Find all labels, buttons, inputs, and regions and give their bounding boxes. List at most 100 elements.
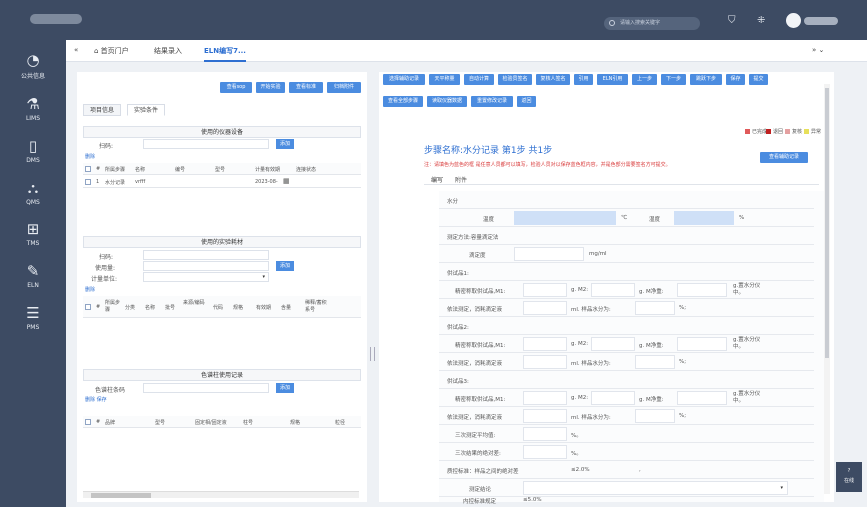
volume-input[interactable]: [523, 355, 567, 369]
view-aux-record-button[interactable]: 查看辅助记录: [760, 152, 808, 163]
tab-experiment-conditions[interactable]: 实验条件: [127, 104, 166, 116]
materials-unit-select[interactable]: ▾: [143, 272, 269, 282]
scrollbar-thumb[interactable]: [825, 88, 829, 358]
prev-step-button[interactable]: 上一步: [632, 74, 657, 85]
select-all-checkbox[interactable]: [85, 419, 91, 425]
moisture-input[interactable]: [635, 409, 675, 423]
equipment-delete-link[interactable]: 删除: [85, 153, 95, 160]
tab-attachment[interactable]: 附件: [455, 175, 467, 184]
volume-input[interactable]: [523, 409, 567, 423]
m2-input[interactable]: [591, 283, 635, 297]
back-button[interactable]: 返回: [517, 96, 536, 107]
deviation-input[interactable]: [523, 445, 567, 459]
average-input[interactable]: [523, 427, 567, 441]
column-action-links[interactable]: 删除 保存: [85, 396, 107, 403]
column-code-input[interactable]: [143, 383, 269, 393]
calendar-icon[interactable]: ▦: [283, 177, 290, 185]
right-panel: 选择辅助记录 天平称量 自动计算 检验员签名 复核人签名 引用 ELN引用 上一…: [379, 72, 834, 505]
select-aux-record-button[interactable]: 选择辅助记录: [383, 74, 425, 85]
equipment-scan-input[interactable]: [143, 139, 269, 149]
balance-weigh-button[interactable]: 天平称量: [429, 74, 460, 85]
search-input[interactable]: 请输入搜索关键字: [604, 17, 700, 30]
tab-home[interactable]: ⌂ 首页门户: [94, 46, 129, 56]
row-expire: 2023-08-: [255, 179, 278, 185]
humidity-input[interactable]: [674, 211, 734, 225]
reviewer-sign-button[interactable]: 复核人签名: [536, 74, 570, 85]
shirt-icon[interactable]: ⛉: [728, 15, 736, 26]
volume-label: 依法测定，消耗滴定液: [447, 361, 503, 367]
vertical-scrollbar[interactable]: [824, 84, 830, 494]
conclusion-select[interactable]: ▾: [523, 481, 788, 495]
jump-step-button[interactable]: 跳跃下步: [690, 74, 722, 85]
equipment-add-button[interactable]: 添加: [276, 139, 294, 149]
m1-input[interactable]: [523, 391, 567, 405]
fill-note: 注：请填色为蓝色的框 是任意人员都可以填写，检验人员对以保存蓝色框内容，并是色部…: [424, 162, 671, 168]
select-all-checkbox[interactable]: [85, 304, 91, 310]
horizontal-scrollbar[interactable]: [83, 491, 359, 498]
legend-label: 复核: [792, 129, 803, 135]
humidity-unit: %: [739, 215, 745, 221]
materials-delete-link[interactable]: 删除: [85, 286, 95, 293]
mnet-input[interactable]: [677, 283, 727, 297]
tab-eln-current[interactable]: ELN编写7...: [204, 46, 246, 62]
auto-calc-button[interactable]: 自动计算: [464, 74, 494, 85]
avatar[interactable]: [786, 13, 801, 28]
m2-input[interactable]: [591, 337, 635, 351]
titer-input[interactable]: [514, 247, 584, 261]
moisture-input[interactable]: [635, 355, 675, 369]
archive-attachment-button[interactable]: 归档附件: [327, 82, 361, 93]
cite-button[interactable]: 引用: [574, 74, 593, 85]
legend-returned: 退回: [766, 128, 783, 135]
start-experiment-button[interactable]: 开始实验: [256, 82, 285, 93]
row-checkbox[interactable]: [85, 179, 91, 185]
reset-changes-button[interactable]: 重置修改记录: [471, 96, 513, 107]
next-step-button[interactable]: 下一步: [661, 74, 686, 85]
mnet-input[interactable]: [677, 337, 727, 351]
tab-project-info[interactable]: 项目信息: [83, 104, 122, 116]
scrollbar-thumb[interactable]: [91, 493, 151, 498]
sidebar-item-pms[interactable]: ☰ PMS: [0, 305, 66, 331]
materials-add-button[interactable]: 添加: [276, 261, 294, 271]
mnet-input[interactable]: [677, 391, 727, 405]
temp-unit: ℃: [621, 215, 628, 221]
save-button[interactable]: 保存: [726, 74, 745, 85]
table-row[interactable]: 1 水分记录 vrfff 2023-08- ▦: [83, 176, 361, 188]
grid-icon[interactable]: ⁜: [757, 15, 765, 26]
sidebar-item-dms[interactable]: ▯ DMS: [0, 138, 66, 164]
column-add-button[interactable]: 添加: [276, 383, 294, 393]
tab-write[interactable]: 编写: [431, 175, 443, 184]
inspector-sign-button[interactable]: 检验员签名: [498, 74, 532, 85]
select-all-checkbox[interactable]: [85, 166, 91, 172]
read-instrument-button[interactable]: 读取仪器数据: [427, 96, 467, 107]
volume-input[interactable]: [523, 301, 567, 315]
sidebar-item-qms[interactable]: ⛬ QMS: [0, 180, 66, 206]
tab-scroll-controls[interactable]: » ⌄: [812, 46, 824, 54]
sidebar-item-lims[interactable]: ⚗ LIMS: [0, 96, 66, 122]
col-header: 柱号: [243, 420, 254, 426]
sidebar-item-tms[interactable]: ⊞ TMS: [0, 221, 66, 247]
view-sop-button[interactable]: 查看sop: [220, 82, 252, 93]
eln-cite-button[interactable]: ELN引用: [597, 74, 628, 85]
moisture-unit: %;: [679, 305, 687, 311]
m1-input[interactable]: [523, 337, 567, 351]
sidebar-item-eln[interactable]: ✎ ELN: [0, 263, 66, 289]
sidebar-item-public[interactable]: ◔ 公共信息: [0, 52, 66, 80]
materials-scan-input[interactable]: [143, 250, 269, 260]
online-help-button[interactable]: ? 在线: [836, 462, 862, 492]
sidebar-item-label: LIMS: [25, 115, 41, 122]
user-name[interactable]: [804, 17, 838, 25]
panel-splitter[interactable]: [370, 347, 375, 361]
collapse-button[interactable]: «: [74, 46, 78, 54]
m1-input[interactable]: [523, 283, 567, 297]
sidebar: ◔ 公共信息 ⚗ LIMS ▯ DMS ⛬ QMS ⊞ TMS ✎ ELN ☰ PMS: [0, 40, 66, 507]
moisture-input[interactable]: [635, 301, 675, 315]
temp-input[interactable]: [514, 211, 616, 225]
view-standard-button[interactable]: 查看标准: [289, 82, 323, 93]
m2-input[interactable]: [591, 391, 635, 405]
view-all-steps-button[interactable]: 查看全部步骤: [383, 96, 423, 107]
sample-volume-row: 依法测定，消耗滴定液 ml. 样品水分为: %;: [439, 407, 814, 425]
tab-results[interactable]: 结果录入: [154, 46, 182, 56]
materials-qty-input[interactable]: [143, 261, 269, 271]
method-row: 测定方法:容量滴定法: [439, 227, 814, 245]
submit-button[interactable]: 提交: [749, 74, 768, 85]
